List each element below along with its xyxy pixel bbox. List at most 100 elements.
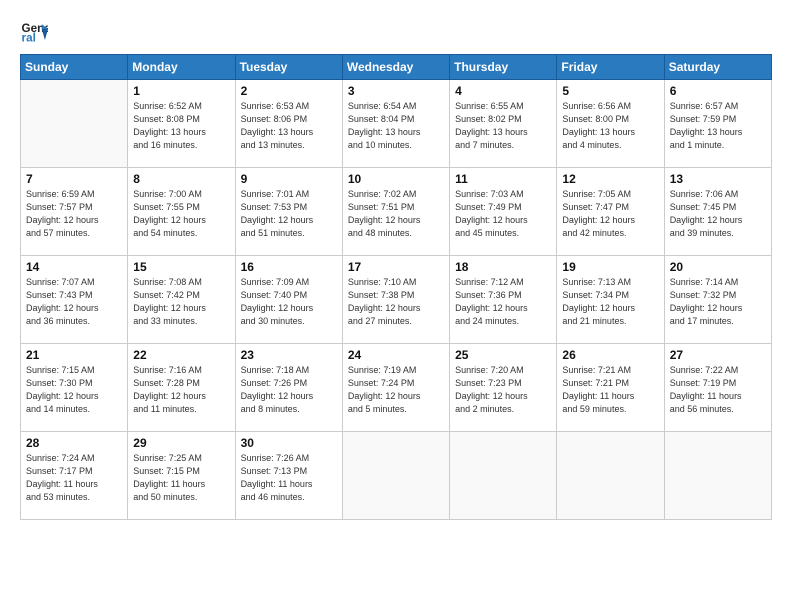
day-info: Sunrise: 6:52 AM Sunset: 8:08 PM Dayligh… [133,100,229,152]
calendar-cell: 9 Sunrise: 7:01 AM Sunset: 7:53 PM Daylig… [235,168,342,256]
header-monday: Monday [128,55,235,80]
day-info: Sunrise: 6:53 AM Sunset: 8:06 PM Dayligh… [241,100,337,152]
day-info: Sunrise: 7:21 AM Sunset: 7:21 PM Dayligh… [562,364,658,416]
day-number: 13 [670,172,766,186]
day-number: 28 [26,436,122,450]
logo: Gene ral [20,18,52,46]
day-number: 7 [26,172,122,186]
day-number: 14 [26,260,122,274]
day-number: 6 [670,84,766,98]
day-info: Sunrise: 7:16 AM Sunset: 7:28 PM Dayligh… [133,364,229,416]
calendar-cell: 24 Sunrise: 7:19 AM Sunset: 7:24 PM Dayli… [342,344,449,432]
day-info: Sunrise: 7:19 AM Sunset: 7:24 PM Dayligh… [348,364,444,416]
header-wednesday: Wednesday [342,55,449,80]
calendar-cell: 28 Sunrise: 7:24 AM Sunset: 7:17 PM Dayli… [21,432,128,520]
day-info: Sunrise: 7:15 AM Sunset: 7:30 PM Dayligh… [26,364,122,416]
header-tuesday: Tuesday [235,55,342,80]
calendar-cell: 15 Sunrise: 7:08 AM Sunset: 7:42 PM Dayli… [128,256,235,344]
day-number: 15 [133,260,229,274]
day-number: 2 [241,84,337,98]
day-number: 22 [133,348,229,362]
calendar-header-row: SundayMondayTuesdayWednesdayThursdayFrid… [21,55,772,80]
day-info: Sunrise: 7:06 AM Sunset: 7:45 PM Dayligh… [670,188,766,240]
calendar-cell [21,80,128,168]
day-info: Sunrise: 7:20 AM Sunset: 7:23 PM Dayligh… [455,364,551,416]
calendar-cell: 5 Sunrise: 6:56 AM Sunset: 8:00 PM Daylig… [557,80,664,168]
day-info: Sunrise: 7:14 AM Sunset: 7:32 PM Dayligh… [670,276,766,328]
day-number: 29 [133,436,229,450]
svg-text:ral: ral [22,31,36,44]
calendar: SundayMondayTuesdayWednesdayThursdayFrid… [20,54,772,520]
day-info: Sunrise: 6:59 AM Sunset: 7:57 PM Dayligh… [26,188,122,240]
calendar-cell: 6 Sunrise: 6:57 AM Sunset: 7:59 PM Daylig… [664,80,771,168]
day-info: Sunrise: 6:56 AM Sunset: 8:00 PM Dayligh… [562,100,658,152]
day-number: 9 [241,172,337,186]
calendar-cell: 22 Sunrise: 7:16 AM Sunset: 7:28 PM Dayli… [128,344,235,432]
day-number: 1 [133,84,229,98]
day-number: 21 [26,348,122,362]
calendar-cell: 4 Sunrise: 6:55 AM Sunset: 8:02 PM Daylig… [450,80,557,168]
day-info: Sunrise: 7:12 AM Sunset: 7:36 PM Dayligh… [455,276,551,328]
day-number: 10 [348,172,444,186]
calendar-cell [342,432,449,520]
header-friday: Friday [557,55,664,80]
day-number: 20 [670,260,766,274]
day-number: 24 [348,348,444,362]
calendar-cell [450,432,557,520]
day-number: 3 [348,84,444,98]
day-number: 4 [455,84,551,98]
day-info: Sunrise: 6:54 AM Sunset: 8:04 PM Dayligh… [348,100,444,152]
day-number: 11 [455,172,551,186]
day-info: Sunrise: 7:26 AM Sunset: 7:13 PM Dayligh… [241,452,337,504]
day-number: 19 [562,260,658,274]
day-info: Sunrise: 7:00 AM Sunset: 7:55 PM Dayligh… [133,188,229,240]
day-info: Sunrise: 7:05 AM Sunset: 7:47 PM Dayligh… [562,188,658,240]
calendar-cell [664,432,771,520]
day-info: Sunrise: 6:55 AM Sunset: 8:02 PM Dayligh… [455,100,551,152]
calendar-cell: 7 Sunrise: 6:59 AM Sunset: 7:57 PM Daylig… [21,168,128,256]
day-number: 12 [562,172,658,186]
calendar-cell: 30Sunrise: 7:26 AM Sunset: 7:13 PM Dayli… [235,432,342,520]
day-number: 17 [348,260,444,274]
day-info: Sunrise: 7:09 AM Sunset: 7:40 PM Dayligh… [241,276,337,328]
day-number: 16 [241,260,337,274]
day-info: Sunrise: 7:03 AM Sunset: 7:49 PM Dayligh… [455,188,551,240]
calendar-cell: 20 Sunrise: 7:14 AM Sunset: 7:32 PM Dayli… [664,256,771,344]
day-info: Sunrise: 7:24 AM Sunset: 7:17 PM Dayligh… [26,452,122,504]
calendar-cell: 8 Sunrise: 7:00 AM Sunset: 7:55 PM Daylig… [128,168,235,256]
day-info: Sunrise: 7:13 AM Sunset: 7:34 PM Dayligh… [562,276,658,328]
calendar-cell: 25Sunrise: 7:20 AM Sunset: 7:23 PM Dayli… [450,344,557,432]
calendar-cell: 21 Sunrise: 7:15 AM Sunset: 7:30 PM Dayli… [21,344,128,432]
day-info: Sunrise: 7:01 AM Sunset: 7:53 PM Dayligh… [241,188,337,240]
day-number: 8 [133,172,229,186]
calendar-cell: 3 Sunrise: 6:54 AM Sunset: 8:04 PM Daylig… [342,80,449,168]
calendar-cell: 12 Sunrise: 7:05 AM Sunset: 7:47 PM Dayli… [557,168,664,256]
day-info: Sunrise: 7:18 AM Sunset: 7:26 PM Dayligh… [241,364,337,416]
calendar-cell: 19 Sunrise: 7:13 AM Sunset: 7:34 PM Dayli… [557,256,664,344]
calendar-cell: 27 Sunrise: 7:22 AM Sunset: 7:19 PM Dayli… [664,344,771,432]
day-number: 26 [562,348,658,362]
header-thursday: Thursday [450,55,557,80]
calendar-cell: 11 Sunrise: 7:03 AM Sunset: 7:49 PM Dayli… [450,168,557,256]
day-number: 5 [562,84,658,98]
day-info: Sunrise: 7:10 AM Sunset: 7:38 PM Dayligh… [348,276,444,328]
day-info: Sunrise: 7:07 AM Sunset: 7:43 PM Dayligh… [26,276,122,328]
calendar-cell: 13 Sunrise: 7:06 AM Sunset: 7:45 PM Dayli… [664,168,771,256]
calendar-cell: 18 Sunrise: 7:12 AM Sunset: 7:36 PM Dayli… [450,256,557,344]
day-info: Sunrise: 7:02 AM Sunset: 7:51 PM Dayligh… [348,188,444,240]
day-info: Sunrise: 7:22 AM Sunset: 7:19 PM Dayligh… [670,364,766,416]
day-number: 18 [455,260,551,274]
calendar-cell: 10 Sunrise: 7:02 AM Sunset: 7:51 PM Dayli… [342,168,449,256]
day-info: Sunrise: 7:08 AM Sunset: 7:42 PM Dayligh… [133,276,229,328]
day-number: 27 [670,348,766,362]
calendar-cell: 14 Sunrise: 7:07 AM Sunset: 7:43 PM Dayli… [21,256,128,344]
calendar-cell: 17 Sunrise: 7:10 AM Sunset: 7:38 PM Dayli… [342,256,449,344]
logo-icon: Gene ral [20,18,48,46]
day-number: 23 [241,348,337,362]
calendar-cell: 1 Sunrise: 6:52 AM Sunset: 8:08 PM Daylig… [128,80,235,168]
calendar-cell: 23 Sunrise: 7:18 AM Sunset: 7:26 PM Dayli… [235,344,342,432]
calendar-cell [557,432,664,520]
day-info: Sunrise: 6:57 AM Sunset: 7:59 PM Dayligh… [670,100,766,152]
calendar-cell: 29Sunrise: 7:25 AM Sunset: 7:15 PM Dayli… [128,432,235,520]
calendar-cell: 2 Sunrise: 6:53 AM Sunset: 8:06 PM Daylig… [235,80,342,168]
